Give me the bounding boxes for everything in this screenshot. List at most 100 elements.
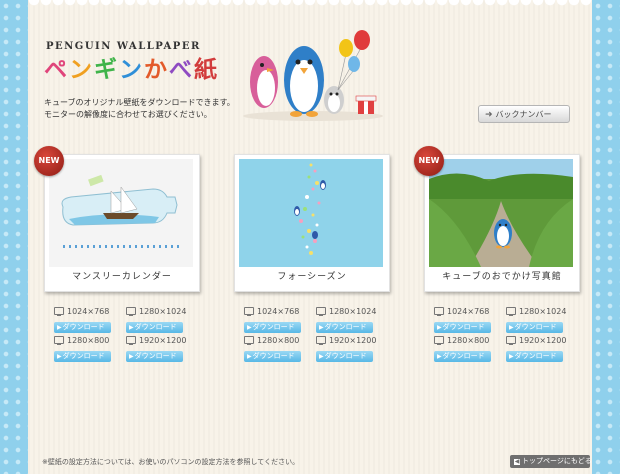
new-badge: NEW — [414, 146, 444, 176]
back-to-top-button[interactable]: ◀ トップページにもどる — [510, 455, 592, 468]
thumbnail-bottle[interactable] — [49, 159, 193, 267]
resolution-label: 1280×1024 — [519, 307, 567, 316]
play-arrow-icon: ▶ — [129, 324, 134, 331]
wallpaper-card-monthly-calendar: NEW マンスリーカレンダー — [34, 146, 206, 294]
card-frame[interactable]: マンスリーカレンダー — [44, 154, 200, 292]
card-title: フォーシーズン — [277, 272, 347, 282]
monitor-icon — [244, 307, 254, 316]
intro-text: キューブのオリジナル壁紙をダウンロードできます。 モニターの解像度に合わせてお選… — [44, 97, 235, 121]
download-label: ダウンロード — [62, 323, 105, 331]
card-title: マンスリーカレンダー — [72, 272, 172, 282]
logo-char: ン — [119, 57, 144, 83]
download-button[interactable]: ▶ダウンロード — [244, 322, 301, 333]
download-button[interactable]: ▶ダウンロード — [244, 351, 301, 362]
resolution-label: 1280×800 — [67, 336, 110, 345]
download-group: 1280×1024 ▶ダウンロード — [126, 306, 206, 333]
logo-subtitle: PENGUIN WALLPAPER — [46, 41, 201, 52]
logo-title: ペンギンかべ紙 — [44, 55, 219, 85]
right-dotted-border — [592, 0, 620, 474]
download-group: 1280×1024 ▶ダウンロード — [506, 306, 586, 333]
download-label: ダウンロード — [514, 323, 557, 331]
download-group: 1280×800 ▶ダウンロード — [54, 335, 134, 362]
monitor-icon — [126, 336, 136, 345]
play-arrow-icon: ▶ — [509, 324, 514, 331]
monitor-icon — [434, 307, 444, 316]
wallpaper-card-outing-photo: NEW キューブのおでかけ写真館 — [414, 146, 586, 294]
baby-penguin — [324, 86, 344, 114]
resolution-label: 1920×1200 — [139, 336, 187, 345]
penguin-mascot-illustration — [243, 30, 383, 121]
monitor-icon — [316, 336, 326, 345]
play-arrow-icon: ▶ — [57, 353, 62, 360]
download-group: 1280×800 ▶ダウンロード — [244, 335, 324, 362]
blue-penguin — [284, 46, 324, 117]
intro-line: モニターの解像度に合わせてお選びください。 — [44, 110, 212, 119]
download-group: 1920×1200 ▶ダウンロード — [506, 335, 586, 362]
download-label: ダウンロード — [62, 352, 105, 360]
play-arrow-icon: ▶ — [247, 353, 252, 360]
download-label: ダウンロード — [252, 323, 295, 331]
download-button[interactable]: ▶ダウンロード — [54, 351, 111, 362]
resolution-label: 1024×768 — [447, 307, 490, 316]
yellow-balloon — [339, 39, 353, 57]
download-label: ダウンロード — [324, 323, 367, 331]
red-balloon — [354, 30, 370, 50]
download-button[interactable]: ▶ダウンロード — [434, 351, 491, 362]
download-button[interactable]: ▶ダウンロード — [126, 351, 183, 362]
download-button[interactable]: ▶ダウンロード — [316, 322, 373, 333]
logo-char: ン — [69, 57, 94, 83]
resolution-label: 1920×1200 — [519, 336, 567, 345]
resolution-label: 1280×800 — [257, 336, 300, 345]
monitor-icon — [506, 307, 516, 316]
left-dotted-border — [0, 0, 28, 474]
play-arrow-icon: ▶ — [437, 324, 442, 331]
resolution-label: 1280×1024 — [139, 307, 187, 316]
download-group: 1920×1200 ▶ダウンロード — [126, 335, 206, 362]
download-group: 1280×800 ▶ダウンロード — [434, 335, 514, 362]
download-label: ダウンロード — [442, 323, 485, 331]
resolution-label: 1280×800 — [447, 336, 490, 345]
logo-char: ペ — [44, 57, 69, 83]
resolution-label: 1280×1024 — [329, 307, 377, 316]
back-number-label: バックナンバー — [495, 110, 552, 119]
download-group: 1920×1200 ▶ダウンロード — [316, 335, 396, 362]
logo-char: べ — [169, 57, 194, 83]
card-title: キューブのおでかけ写真館 — [442, 272, 562, 282]
thumbnail-photo[interactable] — [429, 159, 573, 267]
download-label: ダウンロード — [514, 352, 557, 360]
card-frame[interactable]: フォーシーズン — [234, 154, 390, 292]
download-button[interactable]: ▶ダウンロード — [434, 322, 491, 333]
back-number-button[interactable]: ➜ バックナンバー — [478, 105, 570, 123]
thumbnail-four-seasons[interactable] — [239, 159, 383, 267]
arrow-right-icon: ➜ — [485, 110, 493, 120]
content-panel: PENGUIN WALLPAPER ペンギンかべ紙 キューブのオリジナル壁紙をダ… — [28, 0, 592, 474]
intro-line: キューブのオリジナル壁紙をダウンロードできます。 — [44, 98, 235, 107]
download-label: ダウンロード — [442, 352, 485, 360]
new-badge: NEW — [34, 146, 64, 176]
logo-char: 紙 — [194, 57, 219, 83]
download-button[interactable]: ▶ダウンロード — [126, 322, 183, 333]
play-arrow-icon: ▶ — [319, 353, 324, 360]
back-to-top-label: トップページにもどる — [522, 457, 592, 465]
download-group: 1024×768 ▶ダウンロード — [244, 306, 324, 333]
back-arrow-icon: ◀ — [514, 458, 520, 465]
blue-balloon — [348, 56, 360, 72]
download-button[interactable]: ▶ダウンロード — [54, 322, 111, 333]
monitor-icon — [244, 336, 254, 345]
monitor-icon — [126, 307, 136, 316]
gift-box-icon — [355, 95, 377, 114]
monitor-icon — [434, 336, 444, 345]
footer-note: ※壁紙の設定方法については、お使いのパソコンの設定方法を参照してください。 — [42, 458, 300, 466]
download-label: ダウンロード — [252, 352, 295, 360]
play-arrow-icon: ▶ — [509, 353, 514, 360]
play-arrow-icon: ▶ — [57, 324, 62, 331]
monitor-icon — [316, 307, 326, 316]
download-button[interactable]: ▶ダウンロード — [316, 351, 373, 362]
download-button[interactable]: ▶ダウンロード — [506, 351, 563, 362]
download-button[interactable]: ▶ダウンロード — [506, 322, 563, 333]
play-arrow-icon: ▶ — [129, 353, 134, 360]
download-group: 1280×1024 ▶ダウンロード — [316, 306, 396, 333]
logo-char: ギ — [94, 57, 119, 83]
card-frame[interactable]: キューブのおでかけ写真館 — [424, 154, 580, 292]
wallpaper-card-four-seasons: フォーシーズン — [234, 148, 396, 294]
